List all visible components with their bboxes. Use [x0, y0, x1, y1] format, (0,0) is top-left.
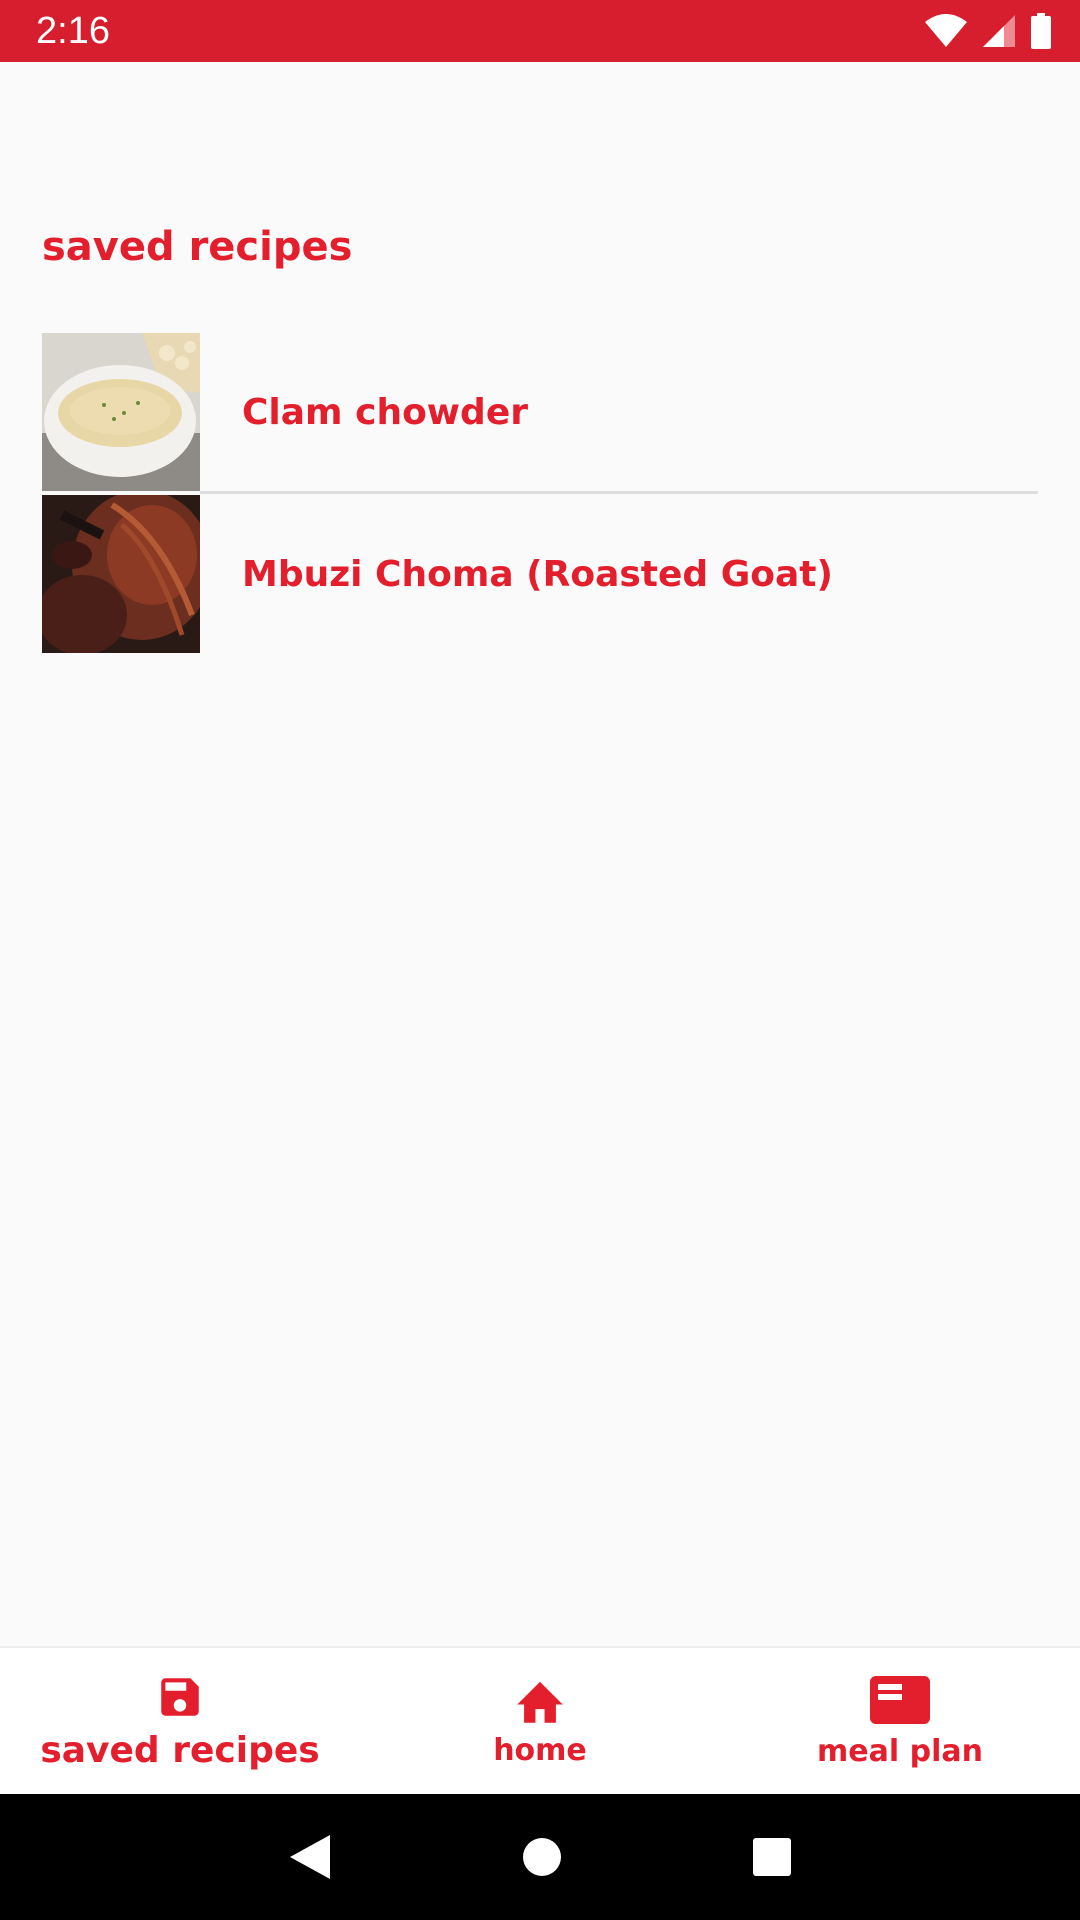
nav-label: meal plan	[817, 1733, 983, 1769]
soup-bowl-image	[42, 333, 200, 491]
save-disk-icon	[155, 1672, 205, 1722]
recipe-row-clam-chowder[interactable]: Clam chowder	[42, 332, 1038, 494]
nav-label: saved recipes	[40, 1729, 320, 1771]
nav-label: home	[493, 1732, 587, 1768]
cell-signal-icon	[982, 14, 1016, 48]
recents-icon[interactable]	[752, 1837, 792, 1877]
recipe-row-mbuzi-choma[interactable]: Mbuzi Choma (Roasted Goat)	[42, 494, 1038, 654]
home-circle-icon[interactable]	[522, 1837, 562, 1877]
back-icon[interactable]	[288, 1833, 332, 1881]
nav-item-home[interactable]: home	[360, 1648, 720, 1794]
nav-item-meal-plan[interactable]: meal plan	[720, 1648, 1080, 1794]
battery-icon	[1030, 13, 1052, 49]
recipe-name: Clam chowder	[242, 391, 528, 433]
meal-plan-icon	[870, 1674, 930, 1726]
recipe-name: Mbuzi Choma (Roasted Goat)	[242, 553, 833, 595]
roasted-meat-image	[42, 495, 200, 653]
nav-item-saved-recipes[interactable]: saved recipes	[0, 1648, 360, 1794]
status-time: 2:16	[36, 9, 110, 52]
system-navigation-bar	[0, 1794, 1080, 1920]
home-icon	[512, 1675, 568, 1725]
recipe-list: Clam chowder Mbuzi Choma (Roasted Goat)	[42, 332, 1038, 654]
status-bar: 2:16	[0, 0, 1080, 62]
wifi-icon	[924, 14, 968, 48]
bottom-navigation: saved recipes home meal plan	[0, 1646, 1080, 1794]
status-icons	[924, 13, 1052, 49]
page-title: saved recipes	[42, 224, 353, 270]
